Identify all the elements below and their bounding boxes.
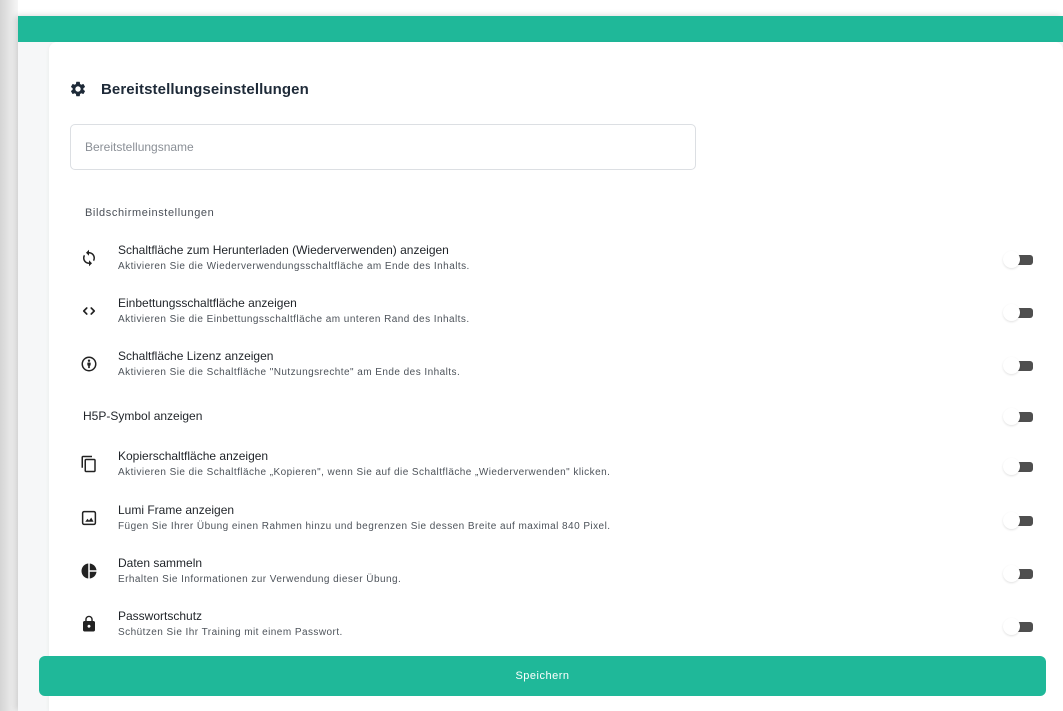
- setting-description: Aktivieren Sie die Schaltfläche „Kopiere…: [118, 467, 611, 478]
- toggle-knob: [1003, 251, 1020, 268]
- setting-title: Kopierschaltfläche anzeigen: [118, 449, 269, 463]
- setting-description: Fügen Sie Ihrer Übung einen Rahmen hinzu…: [118, 521, 611, 532]
- toggle-knob: [1003, 512, 1020, 529]
- toggle-knob: [1003, 618, 1020, 635]
- setting-license-button: Schaltfläche Lizenz anzeigen Aktivieren …: [80, 349, 1040, 383]
- settings-window: Bereitstellungseinstellungen Bildschirme…: [18, 16, 1063, 711]
- toggle-lumi-frame[interactable]: [1003, 512, 1035, 529]
- setting-title: Schaltfläche zum Herunterladen (Wiederve…: [118, 243, 449, 257]
- toggle-password-protection[interactable]: [1003, 618, 1035, 635]
- setting-description: Schützen Sie Ihr Training mit einem Pass…: [118, 627, 343, 638]
- toggle-knob: [1003, 458, 1020, 475]
- setting-copy-button: Kopierschaltfläche anzeigen Aktivieren S…: [80, 449, 1040, 483]
- deployment-name-input[interactable]: [70, 124, 696, 170]
- toggle-reuse-button[interactable]: [1003, 251, 1035, 268]
- frame-icon: [80, 509, 98, 527]
- copy-icon: [80, 455, 98, 473]
- license-icon: [80, 355, 98, 373]
- setting-collect-data: Daten sammeln Erhalten Sie Informationen…: [80, 556, 1040, 590]
- setting-title: Passwortschutz: [118, 609, 203, 623]
- setting-h5p-symbol: H5P-Symbol anzeigen: [80, 408, 1040, 427]
- setting-title: H5P-Symbol anzeigen: [83, 409, 203, 423]
- pie-chart-icon: [80, 562, 98, 580]
- card-header: Bereitstellungseinstellungen: [69, 78, 309, 100]
- reuse-icon: [80, 249, 98, 267]
- toggle-collect-data[interactable]: [1003, 565, 1035, 582]
- top-bar: [18, 16, 1063, 42]
- card-title: Bereitstellungseinstellungen: [101, 80, 309, 98]
- setting-title: Lumi Frame anzeigen: [118, 503, 235, 517]
- section-label-display-settings: Bildschirmeinstellungen: [85, 207, 215, 219]
- screen: Bereitstellungseinstellungen Bildschirme…: [0, 0, 1063, 711]
- embed-code-icon: [80, 302, 98, 320]
- toggle-h5p-symbol[interactable]: [1003, 408, 1035, 425]
- toggle-copy-button[interactable]: [1003, 458, 1035, 475]
- toggle-knob: [1003, 304, 1020, 321]
- lock-icon: [80, 615, 98, 633]
- setting-reuse-button: Schaltfläche zum Herunterladen (Wiederve…: [80, 243, 1040, 277]
- setting-description: Aktivieren Sie die Einbettungsschaltfläc…: [118, 314, 470, 325]
- setting-description: Erhalten Sie Informationen zur Verwendun…: [118, 574, 402, 585]
- background-edge: [0, 0, 18, 711]
- toggle-knob: [1003, 408, 1020, 425]
- save-button[interactable]: Speichern: [39, 656, 1046, 696]
- setting-lumi-frame: Lumi Frame anzeigen Fügen Sie Ihrer Übun…: [80, 503, 1040, 537]
- setting-title: Schaltfläche Lizenz anzeigen: [118, 349, 274, 363]
- toggle-knob: [1003, 357, 1020, 374]
- settings-card: Bereitstellungseinstellungen Bildschirme…: [49, 42, 1063, 711]
- setting-embed-button: Einbettungsschaltfläche anzeigen Aktivie…: [80, 296, 1040, 330]
- setting-title: Einbettungsschaltfläche anzeigen: [118, 296, 297, 310]
- toggle-knob: [1003, 565, 1020, 582]
- toggle-license-button[interactable]: [1003, 357, 1035, 374]
- setting-description: Aktivieren Sie die Schaltfläche "Nutzung…: [118, 367, 461, 378]
- gear-icon: [69, 80, 87, 98]
- setting-title: Daten sammeln: [118, 556, 203, 570]
- setting-description: Aktivieren Sie die Wiederverwendungsscha…: [118, 261, 470, 272]
- toggle-embed-button[interactable]: [1003, 304, 1035, 321]
- setting-password-protection: Passwortschutz Schützen Sie Ihr Training…: [80, 609, 1040, 643]
